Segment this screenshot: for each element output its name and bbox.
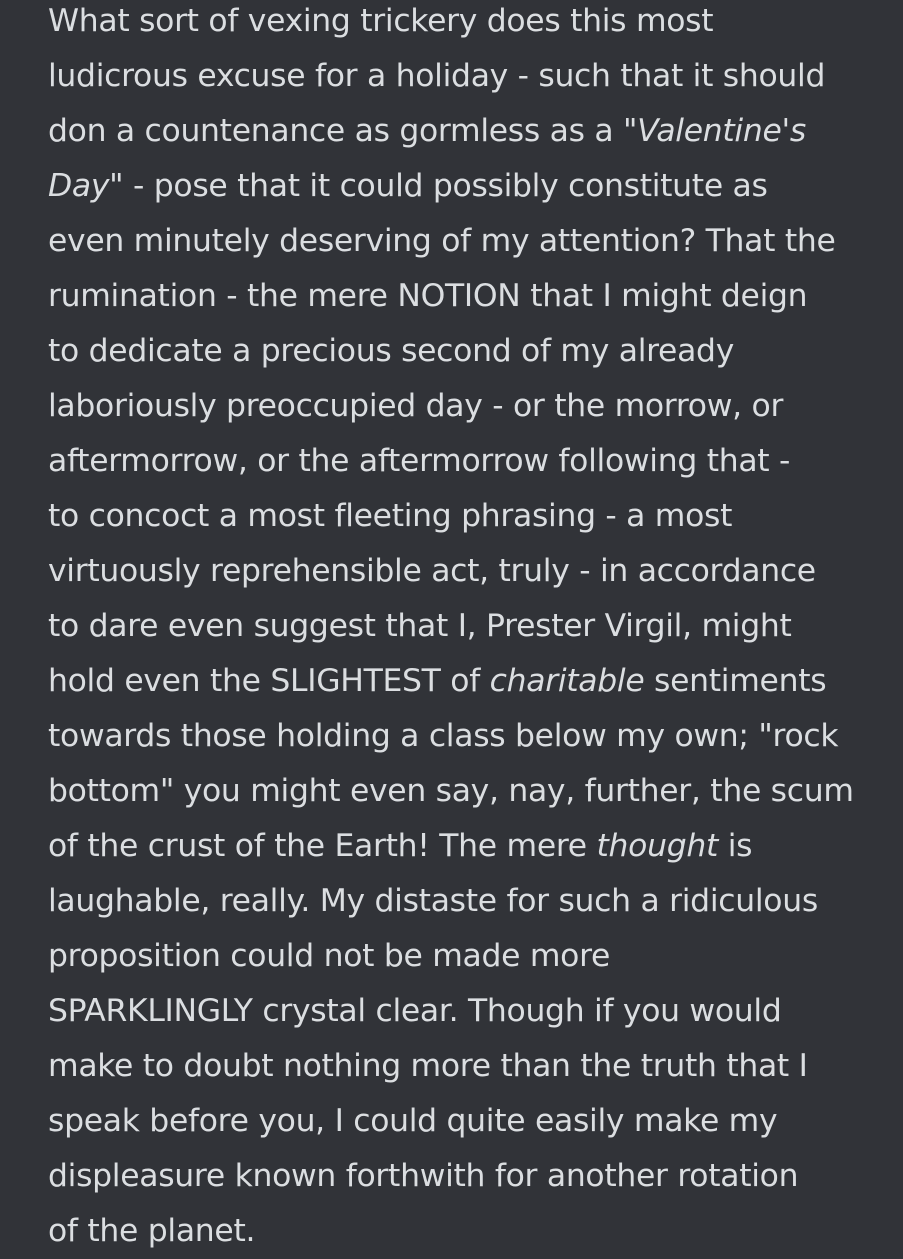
message-line: ludicrous excuse for a holiday - such th…	[48, 58, 826, 94]
message-line: make to doubt nothing more than the trut…	[48, 1048, 808, 1084]
message-line: to dare even suggest that I, Prester Vir…	[48, 608, 792, 644]
message-text-segment: sentiments	[644, 663, 827, 699]
message-line: proposition could not be made more	[48, 938, 611, 974]
message-line: rumination - the mere NOTION that I migh…	[48, 278, 808, 314]
message-line: Day" - pose that it could possibly const…	[48, 159, 901, 214]
message-line: SPARKLINGLY crystal clear. Though if you…	[48, 993, 782, 1029]
italic-text: Day"	[48, 168, 124, 204]
message-line: aftermorrow, or the aftermorrow followin…	[48, 443, 791, 479]
message-text-segment: hold even the SLIGHTEST of	[48, 663, 490, 699]
message-text-segment: is	[718, 828, 753, 864]
message-line: laboriously preoccupied day - or the mor…	[48, 388, 784, 424]
message-text-segment: of the crust of the Earth! The mere	[48, 828, 597, 864]
message-line: don a countenance as gormless as a "Vale…	[48, 104, 901, 159]
message-text-segment: don a countenance as gormless as a	[48, 113, 623, 149]
message-line: displeasure known forthwith for another …	[48, 1158, 799, 1194]
italic-text: thought	[596, 828, 719, 864]
message-line: speak before you, I could quite easily m…	[48, 1103, 778, 1139]
message-line: of the planet.	[48, 1213, 256, 1249]
message-line: even minutely deserving of my attention?…	[48, 223, 836, 259]
message-text-segment: - pose that it could possibly constitute…	[123, 168, 768, 204]
message-line: What sort of vexing trickery does this m…	[48, 3, 714, 39]
message-line: to concoct a most fleeting phrasing - a …	[48, 498, 733, 534]
message-line: virtuously reprehensible act, truly - in…	[48, 553, 816, 589]
message-line: to dedicate a precious second of my alre…	[48, 333, 735, 369]
message-line: bottom" you might even say, nay, further…	[48, 773, 854, 809]
message-line: of the crust of the Earth! The mere thou…	[48, 819, 901, 874]
italic-text: charitable	[489, 663, 645, 699]
message-line: hold even the SLIGHTEST of charitable se…	[48, 654, 901, 709]
message-body: What sort of vexing trickery does this m…	[48, 0, 903, 1255]
message-line: towards those holding a class below my o…	[48, 718, 839, 754]
italic-text: "Valentine's	[622, 113, 806, 149]
message-line: laughable, really. My distaste for such …	[48, 883, 818, 919]
